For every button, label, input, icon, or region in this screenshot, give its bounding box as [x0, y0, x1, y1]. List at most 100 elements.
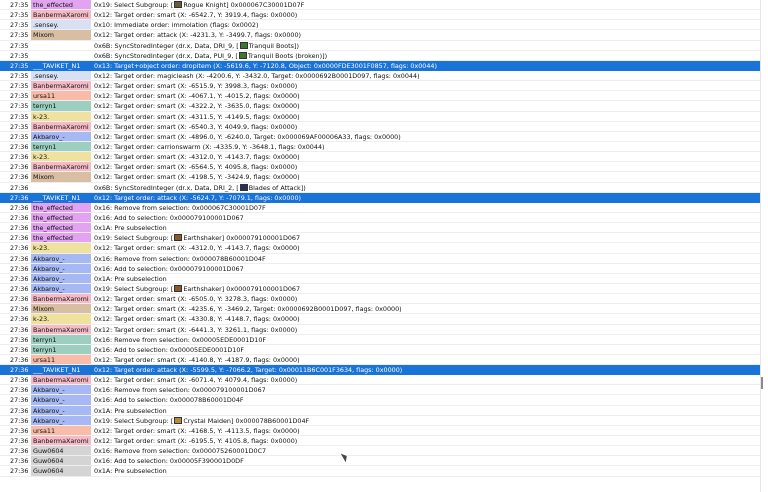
log-player: BanbermaXaromi: [31, 81, 91, 91]
log-message: 0x16: Remove from selection: 0x00005EDE0…: [94, 335, 760, 344]
log-row[interactable]: 27:36 the_effected 0x16: Remove from selec…: [0, 202, 760, 213]
log-message-text: 0x1A: Pre subselection: [94, 467, 167, 476]
log-message: 0x19: Select Subgroup: [Rogue Knight] 0x…: [94, 0, 760, 9]
log-message: 0x12: Target order: smart (X: -4168.5, Y…: [94, 426, 760, 435]
log-time: 27:36: [10, 305, 29, 314]
log-row[interactable]: 27:36 the_effected 0x19: Select Subgroup: …: [0, 233, 760, 244]
log-row[interactable]: 27:36 terryn1 0x16: Add to selection: 0x00…: [0, 344, 760, 355]
action-log-list[interactable]: 27:35 the_effected 0x19: Select Subgroup: …: [0, 0, 761, 492]
log-row[interactable]: 27:35 k-23. 0x12: Target order: smart (X: …: [0, 111, 760, 122]
log-row[interactable]: 27:36 Guw0604 0x16: Add to selection: 0x00…: [0, 456, 760, 467]
log-row[interactable]: 27:35 the_effected 0x19: Select Subgroup: …: [0, 0, 760, 11]
log-message: 0x16: Add to selection: 0x00005F390001D0…: [94, 456, 760, 465]
log-time: 27:36: [10, 274, 29, 283]
log-row[interactable]: 27:36 Akbarov_- 0x16: Remove from selectio…: [0, 385, 760, 396]
log-row[interactable]: 27:35 BanbermaXaromi 0x12: Target order: s…: [0, 81, 760, 92]
log-row[interactable]: 27:36 Akbarov_- 0x19: Select Subgroup: [Ea…: [0, 283, 760, 295]
log-row[interactable]: 27:35 0x6B: SyncStoredInteger (dr.x, Data…: [0, 41, 760, 51]
log-row[interactable]: 27:35 .sensey. 0x10: Immediate order: immo…: [0, 20, 760, 31]
log-player: BanbermaXaromi: [31, 121, 91, 131]
log-message: 0x1A: Pre subselection: [94, 466, 760, 475]
log-player: k-23.: [31, 243, 91, 253]
log-row[interactable]: 27:36 Akbarov_- 0x16: Add to selection: 0x…: [0, 395, 760, 406]
log-row[interactable]: 27:35 Akbarov_- 0x12: Target order: smart …: [0, 131, 760, 142]
log-message-text: 0x19: Select Subgroup: [: [94, 416, 174, 425]
log-row[interactable]: 27:36 k-23. 0x12: Target order: smart (X: …: [0, 152, 760, 163]
log-row[interactable]: 27:35 Mixom 0x12: Target order: attack (X:…: [0, 30, 760, 41]
log-message-text: 0x12: Target order: smart (X: -6505.0, Y…: [94, 295, 298, 304]
log-row[interactable]: 27:36 terryn1 0x16: Remove from selection:…: [0, 334, 760, 345]
log-message: 0x16: Remove from selection: 0x000075260…: [94, 446, 760, 455]
log-row[interactable]: 27:36 BanbermaXaromi 0x12: Target order: s…: [0, 436, 760, 447]
log-row[interactable]: 27:36 BanbermaXaromi 0x12: Target order: s…: [0, 375, 760, 386]
log-row[interactable]: 27:36 ursa11 0x12: Target order: smart (X:…: [0, 425, 760, 437]
log-player: Akbarov_-: [31, 283, 91, 294]
log-time: 27:36: [10, 325, 29, 334]
log-message: 0x12: Target order: smart (X: -4311.5, Y…: [94, 112, 760, 121]
log-time: 27:36: [10, 213, 29, 222]
log-row[interactable]: 27:35 ___TAVIKET_N1 0x13: Target+object or…: [0, 60, 760, 71]
log-time: 27:36: [10, 234, 29, 243]
log-time: 27:35: [10, 41, 29, 50]
log-message: 0x12: Target order: smart (X: -4322.2, Y…: [94, 101, 760, 110]
tranq-item-icon: [238, 51, 247, 59]
log-row[interactable]: 27:36 Mixom 0x12: Target order: smart (X: …: [0, 304, 760, 315]
scrollbar-marker[interactable]: [761, 377, 763, 389]
log-player: Akbarov_-: [31, 273, 91, 283]
log-player: BanbermaXaromi: [31, 375, 91, 385]
log-message-text: 0x16: Remove from selection: 0x000079100…: [94, 386, 266, 395]
log-row[interactable]: 27:35 BanbermaXaromi 0x12: Target order: s…: [0, 10, 760, 21]
log-message: 0x16: Add to selection: 0x000079100001D0…: [94, 264, 760, 273]
log-row[interactable]: 27:36 Mixom 0x12: Target order: smart (X: …: [0, 172, 760, 183]
log-row[interactable]: 27:36 Akbarov_- 0x16: Add to selection: 0x…: [0, 263, 760, 274]
log-row[interactable]: 27:35 ursa11 0x12: Target order: smart (X:…: [0, 91, 760, 102]
log-row[interactable]: 27:35 BanbermaXaromi 0x12: Target order: s…: [0, 121, 760, 132]
log-player: .sensey.: [31, 20, 91, 30]
log-time: 27:36: [10, 284, 29, 293]
log-message-text: 0x13: Target+object order: dropitem (X: …: [94, 61, 437, 70]
log-row[interactable]: 27:36 ___TAVIKET_N1 0x12: Target order: at…: [0, 192, 760, 203]
log-row[interactable]: 27:36 0x6B: SyncStoredInteger (dr.x, Data…: [0, 183, 760, 193]
log-row[interactable]: 27:36 ursa11 0x12: Target order: smart (X:…: [0, 354, 760, 366]
log-row[interactable]: 27:36 terryn1 0x12: Target order: carrions…: [0, 141, 760, 153]
log-time: 27:35: [10, 51, 29, 60]
log-row[interactable]: 27:36 Akbarov_- 0x19: Select Subgroup: [Cr…: [0, 415, 760, 426]
log-player: Akbarov_-: [31, 405, 91, 415]
log-message-text: 0x16: Remove from selection: 0x00005EDE0…: [94, 335, 267, 344]
log-row[interactable]: 27:36 k-23. 0x12: Target order: smart (X: …: [0, 314, 760, 325]
log-row[interactable]: 27:36 Akbarov_- 0x16: Remove from selectio…: [0, 253, 760, 264]
log-message: 0x12: Target order: carrionswarm (X: -43…: [94, 142, 760, 151]
log-row[interactable]: 27:36 Guw0604 0x16: Remove from selection:…: [0, 446, 760, 457]
log-message: 0x12: Target order: smart (X: -6195.5, Y…: [94, 436, 760, 445]
log-row[interactable]: 27:36 ___TAVIKET_N1 0x12: Target order: at…: [0, 365, 760, 376]
log-row[interactable]: 27:36 BanbermaXaromi 0x12: Target order: s…: [0, 324, 760, 335]
log-time: 27:36: [10, 447, 29, 456]
log-message: 0x10: Immediate order: immolation (flags…: [94, 20, 760, 29]
log-message-text: 0x16: Add to selection: 0x000078B60001D0…: [94, 396, 244, 405]
log-row[interactable]: 27:35 terryn1 0x12: Target order: smart (X…: [0, 101, 760, 112]
log-message-text: 0x12: Target order: attack (X: -5599.5, …: [94, 366, 403, 375]
log-time: 27:36: [10, 163, 29, 172]
log-row[interactable]: 27:36 Guw0604 0x1A: Pre subselection: [0, 466, 760, 477]
log-player: the_effected: [31, 223, 91, 233]
log-time: 27:36: [10, 386, 29, 395]
log-time: 27:35: [10, 132, 29, 141]
log-message: 0x12: Target order: smart (X: -4140.8, Y…: [94, 355, 760, 364]
log-row[interactable]: 27:36 BanbermaXaromi 0x12: Target order: s…: [0, 294, 760, 305]
log-row[interactable]: 27:36 BanbermaXaromi 0x12: Target order: s…: [0, 162, 760, 173]
log-row[interactable]: 27:35 .sensey. 0x12: Target order: magicle…: [0, 70, 760, 82]
log-message-text: 0x1A: Pre subselection: [94, 274, 167, 283]
log-time: 27:36: [10, 366, 29, 375]
log-message-text: 0x12: Target order: smart (X: -6071.4, Y…: [94, 376, 298, 385]
log-row[interactable]: 27:36 the_effected 0x1A: Pre subselection: [0, 223, 760, 234]
log-player: Guw0604: [31, 456, 91, 466]
log-player: [31, 41, 91, 50]
log-message-text: 0x12: Target order: smart (X: -4896.0, Y…: [94, 132, 401, 141]
log-row[interactable]: 27:36 k-23. 0x12: Target order: smart (X: …: [0, 243, 760, 254]
log-time: 27:36: [10, 244, 29, 253]
log-player: ___TAVIKET_N1: [33, 366, 81, 375]
log-row[interactable]: 27:36 the_effected 0x16: Add to selection:…: [0, 212, 760, 224]
log-row[interactable]: 27:36 Akbarov_- 0x1A: Pre subselection: [0, 273, 760, 284]
log-row[interactable]: 27:35 0x6B: SyncStoredInteger (dr.x, Data…: [0, 51, 760, 61]
log-row[interactable]: 27:36 Akbarov_- 0x1A: Pre subselection: [0, 405, 760, 416]
